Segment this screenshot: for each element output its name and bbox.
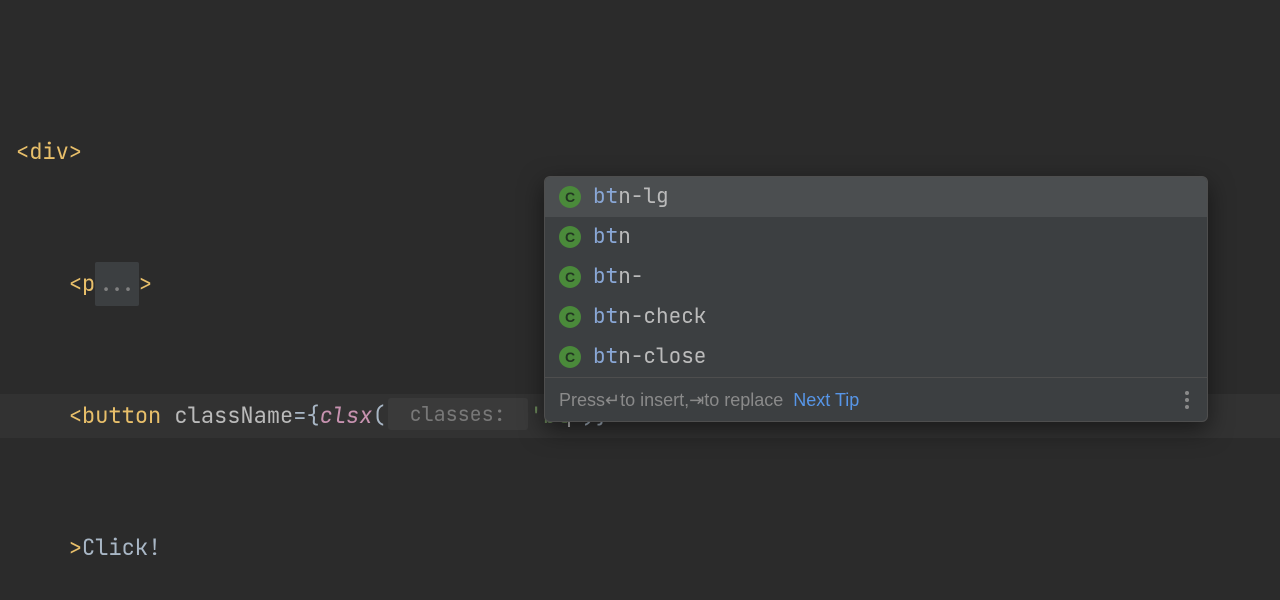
match-text: bt xyxy=(593,303,618,330)
autocomplete-item[interactable]: C btn-lg xyxy=(545,177,1207,217)
match-text: bt xyxy=(593,223,618,250)
match-text: bt xyxy=(593,263,618,290)
tag-gt: > xyxy=(69,533,82,562)
rest-text: n- xyxy=(618,263,643,290)
enter-key-icon: ↵ xyxy=(605,380,620,420)
text-content: Click! xyxy=(82,533,161,562)
equals: = xyxy=(293,401,306,430)
tag-open-div: <div> xyxy=(16,137,82,166)
brace-open: { xyxy=(306,401,319,430)
class-icon: C xyxy=(559,226,581,248)
autocomplete-item[interactable]: C btn-close xyxy=(545,337,1207,377)
footer-text-replace: to replace xyxy=(704,380,783,420)
autocomplete-item[interactable]: C btn xyxy=(545,217,1207,257)
rest-text: n-check xyxy=(618,303,706,330)
tag-close-angle: > xyxy=(139,269,152,298)
autocomplete-footer: Press ↵ to insert, ⇥ to replace Next Tip xyxy=(545,377,1207,421)
tag-open-button: <button xyxy=(69,401,161,430)
more-options-icon[interactable] xyxy=(1181,387,1193,413)
param-hint: classes: xyxy=(398,401,518,427)
code-line[interactable]: <div> xyxy=(0,130,1280,174)
tag-open-p: <p xyxy=(69,269,95,298)
footer-text-insert: to insert, xyxy=(620,380,689,420)
rest-text: n-close xyxy=(618,343,706,370)
autocomplete-popup: C btn-lg C btn C btn- C btn-check C btn-… xyxy=(544,176,1208,422)
autocomplete-item[interactable]: C btn-check xyxy=(545,297,1207,337)
class-icon: C xyxy=(559,306,581,328)
paren-open: ( xyxy=(372,401,385,430)
tab-key-icon: ⇥ xyxy=(689,380,704,420)
string-open: ' xyxy=(530,401,543,430)
footer-text-press: Press xyxy=(559,380,605,420)
attr-classname: className xyxy=(161,401,293,430)
class-icon: C xyxy=(559,266,581,288)
fn-clsx: clsx xyxy=(320,401,373,430)
class-icon: C xyxy=(559,346,581,368)
autocomplete-item[interactable]: C btn- xyxy=(545,257,1207,297)
rest-text: n xyxy=(618,223,631,250)
rest-text: n-lg xyxy=(618,183,668,210)
code-line[interactable]: >Click! xyxy=(0,526,1280,570)
next-tip-link[interactable]: Next Tip xyxy=(793,380,859,420)
match-text: bt xyxy=(593,183,618,210)
class-icon: C xyxy=(559,186,581,208)
fold-marker[interactable]: ... xyxy=(95,262,139,306)
match-text: bt xyxy=(593,343,618,370)
